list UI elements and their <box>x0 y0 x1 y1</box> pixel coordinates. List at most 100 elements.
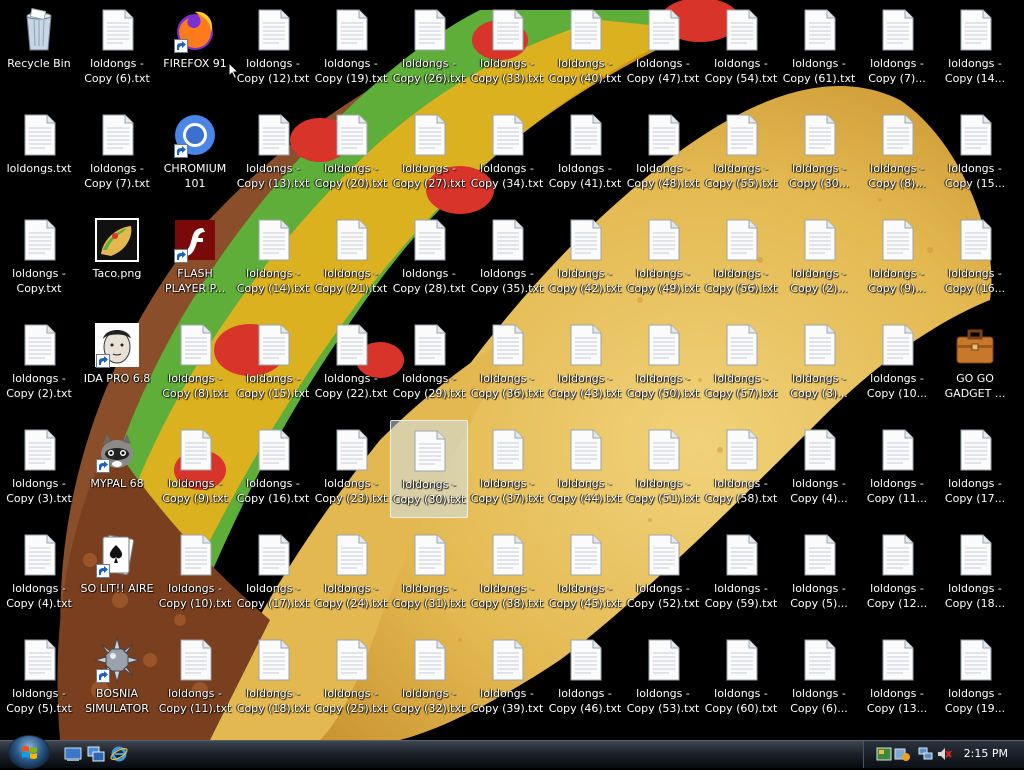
desktop-icon[interactable]: loldongs - Copy.txt <box>0 210 78 308</box>
desktop-icon[interactable]: loldongs - Copy (19).txt <box>312 0 390 98</box>
desktop-icon[interactable]: loldongs - Copy (26).txt <box>390 0 468 98</box>
desktop-icon[interactable]: loldongs - Copy (11).txt <box>156 630 234 728</box>
desktop-icon[interactable]: loldongs - Copy (16).txt <box>234 420 312 518</box>
desktop-icon[interactable]: loldongs - Copy (31).txt <box>390 525 468 623</box>
desktop-icon[interactable]: loldongs - Copy (58).txt <box>702 420 780 518</box>
desktop-icon[interactable]: loldongs - Copy (17).txt <box>234 525 312 623</box>
desktop-icon[interactable]: loldongs - Copy (51).txt <box>624 420 702 518</box>
desktop-icon[interactable]: loldongs - Copy (38).txt <box>468 525 546 623</box>
desktop-icon[interactable]: Taco.png <box>78 210 156 308</box>
desktop-icon[interactable]: loldongs - Copy (56).txt <box>702 210 780 308</box>
desktop-icon[interactable]: loldongs - Copy (54).txt <box>702 0 780 98</box>
clock[interactable]: 2:15 PM <box>964 747 1008 760</box>
tray-alert-icon[interactable] <box>894 746 910 762</box>
desktop-icon[interactable]: loldongs - Copy (7).txt <box>78 105 156 203</box>
desktop-icon[interactable]: loldongs - Copy (50).txt <box>624 315 702 413</box>
desktop-icon[interactable]: loldongs - Copy (16... <box>936 210 1014 308</box>
desktop-icon[interactable]: loldongs - Copy (44).txt <box>546 420 624 518</box>
desktop-icon[interactable]: loldongs - Copy (61).txt <box>780 0 858 98</box>
desktop-icon[interactable]: loldongs - Copy (39).txt <box>468 630 546 728</box>
desktop-icon[interactable]: loldongs - Copy (43).txt <box>546 315 624 413</box>
desktop-icon[interactable]: loldongs - Copy (13).txt <box>234 105 312 203</box>
desktop-icon[interactable]: loldongs - Copy (3).txt <box>0 420 78 518</box>
desktop-icon[interactable]: loldongs - Copy (3)... <box>780 315 858 413</box>
network-icon[interactable] <box>918 746 934 762</box>
desktop-icon[interactable]: loldongs - Copy (21).txt <box>312 210 390 308</box>
desktop-icon[interactable]: loldongs - Copy (15).txt <box>234 315 312 413</box>
desktop-icon[interactable]: loldongs - Copy (11... <box>858 420 936 518</box>
desktop-icon[interactable]: loldongs - Copy (12... <box>858 525 936 623</box>
desktop-icon[interactable]: BOSNIA SIMULATOR <box>78 630 156 728</box>
desktop-icon[interactable]: loldongs - Copy (14).txt <box>234 210 312 308</box>
desktop-icon[interactable]: Recycle Bin <box>0 0 78 98</box>
desktop-icon[interactable]: loldongs - Copy (20).txt <box>312 105 390 203</box>
desktop-icon[interactable]: loldongs - Copy (8)... <box>858 105 936 203</box>
desktop-icon[interactable]: GO GO GADGET ... <box>936 315 1014 413</box>
desktop-icon[interactable]: loldongs - Copy (25).txt <box>312 630 390 728</box>
desktop-icon[interactable]: loldongs - Copy (52).txt <box>624 525 702 623</box>
desktop-icon[interactable]: loldongs - Copy (14... <box>936 0 1014 98</box>
desktop-icon[interactable]: loldongs - Copy (5)... <box>780 525 858 623</box>
show-desktop-icon[interactable] <box>64 745 82 763</box>
desktop-icon[interactable]: FIREFOX 91 <box>156 0 234 98</box>
desktop-icon[interactable]: loldongs - Copy (9)... <box>858 210 936 308</box>
switch-windows-icon[interactable] <box>87 745 105 763</box>
desktop-icon[interactable]: loldongs - Copy (32).txt <box>390 630 468 728</box>
desktop-icon[interactable]: loldongs - Copy (40).txt <box>546 0 624 98</box>
desktop-icon[interactable]: loldongs - Copy (60).txt <box>702 630 780 728</box>
desktop-icon[interactable]: loldongs - Copy (42).txt <box>546 210 624 308</box>
desktop-icon[interactable]: loldongs - Copy (23).txt <box>312 420 390 518</box>
desktop-icon[interactable]: loldongs - Copy (45).txt <box>546 525 624 623</box>
desktop-icon[interactable]: loldongs - Copy (13... <box>858 630 936 728</box>
desktop-icon[interactable]: loldongs - Copy (10... <box>858 315 936 413</box>
desktop-icon[interactable]: loldongs - Copy (30... <box>780 105 858 203</box>
desktop-icon[interactable]: loldongs - Copy (37).txt <box>468 420 546 518</box>
desktop-icon[interactable]: SO LIT!! AIRE <box>78 525 156 623</box>
desktop-icon[interactable]: loldongs - Copy (12).txt <box>234 0 312 98</box>
desktop-icon[interactable]: loldongs - Copy (59).txt <box>702 525 780 623</box>
desktop-icon[interactable]: loldongs - Copy (6)... <box>780 630 858 728</box>
desktop-icon[interactable]: loldongs - Copy (22).txt <box>312 315 390 413</box>
desktop-icon[interactable]: loldongs - Copy (18).txt <box>234 630 312 728</box>
desktop-icon[interactable]: loldongs - Copy (41).txt <box>546 105 624 203</box>
desktop-icon[interactable]: loldongs.txt <box>0 105 78 203</box>
desktop-icon[interactable]: FLASH PLAYER P... <box>156 210 234 308</box>
desktop-icon[interactable]: loldongs - Copy (4)... <box>780 420 858 518</box>
desktop-icon[interactable]: loldongs - Copy (5).txt <box>0 630 78 728</box>
desktop-icon[interactable]: loldongs - Copy (19... <box>936 630 1014 728</box>
tray-app-icon[interactable] <box>876 746 892 762</box>
desktop-icon[interactable]: CHROMIUM 101 <box>156 105 234 203</box>
desktop-icon[interactable]: loldongs - Copy (8).txt <box>156 315 234 413</box>
desktop-icon[interactable]: loldongs - Copy (30).txt <box>390 420 468 518</box>
desktop-icon[interactable]: loldongs - Copy (15... <box>936 105 1014 203</box>
desktop-icon[interactable]: loldongs - Copy (4).txt <box>0 525 78 623</box>
volume-muted-icon[interactable] <box>936 746 952 762</box>
desktop-icon[interactable]: loldongs - Copy (57).txt <box>702 315 780 413</box>
desktop-icon[interactable]: loldongs - Copy (47).txt <box>624 0 702 98</box>
desktop-icon[interactable]: loldongs - Copy (27).txt <box>390 105 468 203</box>
desktop-icon[interactable]: loldongs - Copy (34).txt <box>468 105 546 203</box>
desktop-icon[interactable]: MYPAL 68 <box>78 420 156 518</box>
desktop-icon[interactable]: loldongs - Copy (2).txt <box>0 315 78 413</box>
desktop-icon[interactable]: loldongs - Copy (17... <box>936 420 1014 518</box>
desktop-icon[interactable]: loldongs - Copy (7)... <box>858 0 936 98</box>
desktop-icon[interactable]: loldongs - Copy (24).txt <box>312 525 390 623</box>
desktop-icon[interactable]: loldongs - Copy (18... <box>936 525 1014 623</box>
desktop-icon[interactable]: loldongs - Copy (28).txt <box>390 210 468 308</box>
desktop-icon[interactable]: loldongs - Copy (53).txt <box>624 630 702 728</box>
start-button[interactable] <box>8 735 50 769</box>
desktop-icon[interactable]: loldongs - Copy (46).txt <box>546 630 624 728</box>
desktop-icon[interactable]: loldongs - Copy (2)... <box>780 210 858 308</box>
desktop-icon[interactable]: loldongs - Copy (49).txt <box>624 210 702 308</box>
desktop-icon[interactable]: IDA PRO 6.8 <box>78 315 156 413</box>
desktop-icon[interactable]: loldongs - Copy (36).txt <box>468 315 546 413</box>
desktop-icon[interactable]: loldongs - Copy (48).txt <box>624 105 702 203</box>
desktop-icon[interactable]: loldongs - Copy (10).txt <box>156 525 234 623</box>
desktop-icon[interactable]: loldongs - Copy (29).txt <box>390 315 468 413</box>
desktop-icon[interactable]: loldongs - Copy (9).txt <box>156 420 234 518</box>
internet-explorer-icon[interactable] <box>110 745 128 763</box>
desktop-icon[interactable]: loldongs - Copy (33).txt <box>468 0 546 98</box>
desktop-icon[interactable]: loldongs - Copy (55).txt <box>702 105 780 203</box>
desktop-icon[interactable]: loldongs - Copy (6).txt <box>78 0 156 98</box>
desktop-icon[interactable]: loldongs - Copy (35).txt <box>468 210 546 308</box>
